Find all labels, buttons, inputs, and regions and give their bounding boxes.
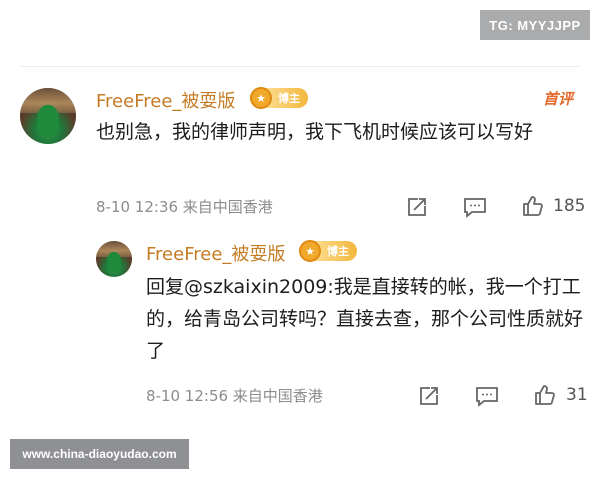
- reply-avatar[interactable]: [96, 241, 132, 277]
- avatar[interactable]: [20, 88, 76, 144]
- tg-watermark: TG: MYYJJPP: [480, 10, 590, 40]
- reply-like-icon[interactable]: [531, 381, 559, 409]
- first-comment-tag: 首评: [543, 90, 574, 108]
- reply-like-count: 31: [566, 385, 588, 405]
- medal-icon: ★: [250, 87, 272, 109]
- reply-meta: 8-10 12:56 来自中国香港: [146, 387, 323, 405]
- badge-label: 博主: [278, 92, 300, 105]
- medal-icon: ★: [299, 240, 321, 262]
- username[interactable]: FreeFree_被耍版: [96, 87, 235, 113]
- site-watermark: www.china-diaoyudao.com: [10, 439, 189, 469]
- reply-text: 回复@szkaixin2009:我是直接转的帐，我一个打工的，给青岛公司转吗？直…: [146, 276, 584, 362]
- reply-comment-icon[interactable]: [473, 382, 501, 410]
- comment-text: 也别急，我的律师声明，我下飞机时候应该可以写好: [96, 121, 534, 143]
- reply-blogger-badge: ★ 博主: [299, 240, 357, 262]
- share-icon[interactable]: [403, 193, 431, 221]
- like-icon[interactable]: [519, 192, 547, 220]
- reply-username[interactable]: FreeFree_被耍版: [146, 240, 285, 266]
- top-divider: [20, 66, 580, 67]
- reply-badge-label: 博主: [327, 245, 349, 258]
- comment-meta: 8-10 12:36 来自中国香港: [96, 198, 273, 216]
- like-count: 185: [553, 196, 586, 216]
- reply-share-icon[interactable]: [415, 382, 443, 410]
- blogger-badge: ★ 博主: [250, 87, 308, 109]
- comment-icon[interactable]: [461, 193, 489, 221]
